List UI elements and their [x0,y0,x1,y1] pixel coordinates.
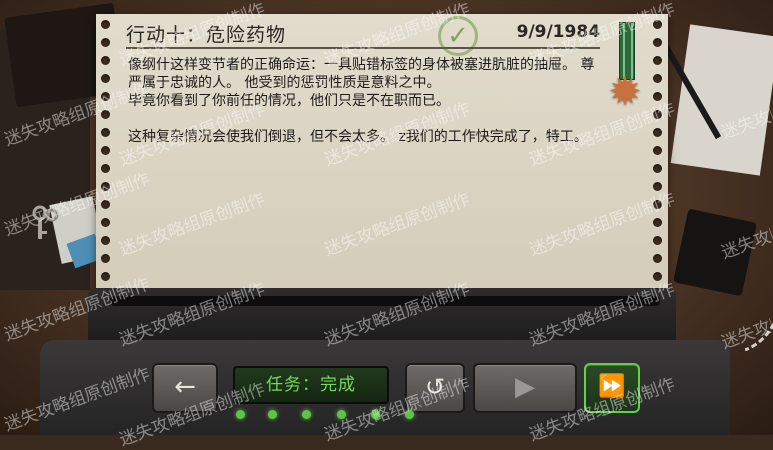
perforation-hole [653,272,662,281]
perforation-hole [653,164,662,173]
perforation-hole [653,92,662,101]
perforation-hole [653,254,662,263]
perforation-hole [653,182,662,191]
perforation-hole [653,128,662,137]
perforation-hole [653,236,662,245]
perforation-hole [101,128,110,137]
perforation-hole [653,20,662,29]
fast-forward-icon: ⏩ [598,374,626,399]
progress-led [236,410,245,419]
perforation-hole [101,38,110,47]
paragraph: 毕竟你看到了你前任的情况，他们只是不在职而已。 [128,93,450,109]
perforation-hole [101,200,110,209]
perforation-left [96,14,116,304]
medal-icon: ✹ [608,69,642,115]
progress-led [302,410,311,419]
perforation-hole [101,182,110,191]
paragraph: 像纲什这样变节者的正确命运：一具贴错标签的身体被塞进肮脏的抽屉。 尊严属于忠诚的… [128,57,595,91]
document-body: 像纲什这样变节者的正确命运：一具贴错标签的身体被塞进肮脏的抽屉。 尊严属于忠诚的… [128,56,598,146]
printer-slot [110,296,660,306]
perforation-hole [101,92,110,101]
progress-led [337,410,346,419]
document-date: 9/9/1984 [516,22,600,42]
printout-document: 行动十：危险药物 ✓ 9/9/1984 像纲什这样变节者的正确命运：一具贴错标签… [96,14,668,304]
title-rule [126,47,600,49]
progress-led [268,410,277,419]
progress-led [371,410,380,419]
perforation-right [648,14,668,304]
perforation-hole [101,218,110,227]
document-title: 行动十：危险药物 [126,24,287,46]
perforation-hole [101,74,110,83]
perforation-hole [653,146,662,155]
desk-papers [670,24,773,176]
perforation-hole [653,74,662,83]
perforation-hole [653,200,662,209]
perforation-hole [101,146,110,155]
perforation-hole [653,56,662,65]
paragraph: 这种复杂情况会使我们倒退，但不会太多。 z我们的工作快完成了，特工。 [128,129,588,145]
perforation-hole [101,164,110,173]
perforation-hole [101,110,110,119]
mission-status-display: 任务：完成 [233,366,389,404]
back-button[interactable]: ← [152,363,218,413]
play-button[interactable]: ▶ [473,363,577,413]
keys-icon [30,205,60,245]
play-icon: ▶ [515,372,535,402]
replay-button[interactable]: ↺ [405,363,465,413]
fast-forward-button[interactable]: ⏩ [584,363,640,413]
perforation-hole [101,272,110,281]
perforation-hole [101,56,110,65]
perforation-hole [653,218,662,227]
progress-led [405,410,414,419]
perforation-hole [653,38,662,47]
perforation-hole [101,236,110,245]
perforation-hole [101,20,110,29]
perforation-hole [101,254,110,263]
perforation-hole [653,110,662,119]
arrow-left-icon: ← [174,372,196,402]
check-stamp-icon: ✓ [438,16,478,56]
replay-icon: ↺ [424,373,446,401]
